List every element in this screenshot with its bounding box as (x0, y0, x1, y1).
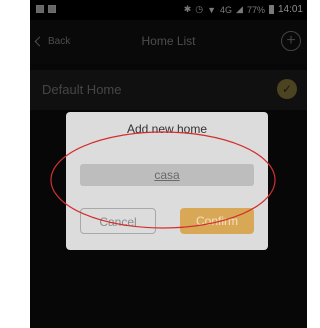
home-name-input[interactable]: casa (80, 164, 254, 186)
phone-screen: ✱ ◷ ▼ 4G ◢ 77% 14:01 Back Home List + De… (30, 0, 307, 328)
cancel-button[interactable]: Cancel (80, 208, 156, 234)
add-home-dialog: Add new home casa Cancel Confirm (66, 112, 268, 250)
confirm-button[interactable]: Confirm (180, 208, 254, 234)
dialog-title: Add new home (126, 122, 208, 136)
